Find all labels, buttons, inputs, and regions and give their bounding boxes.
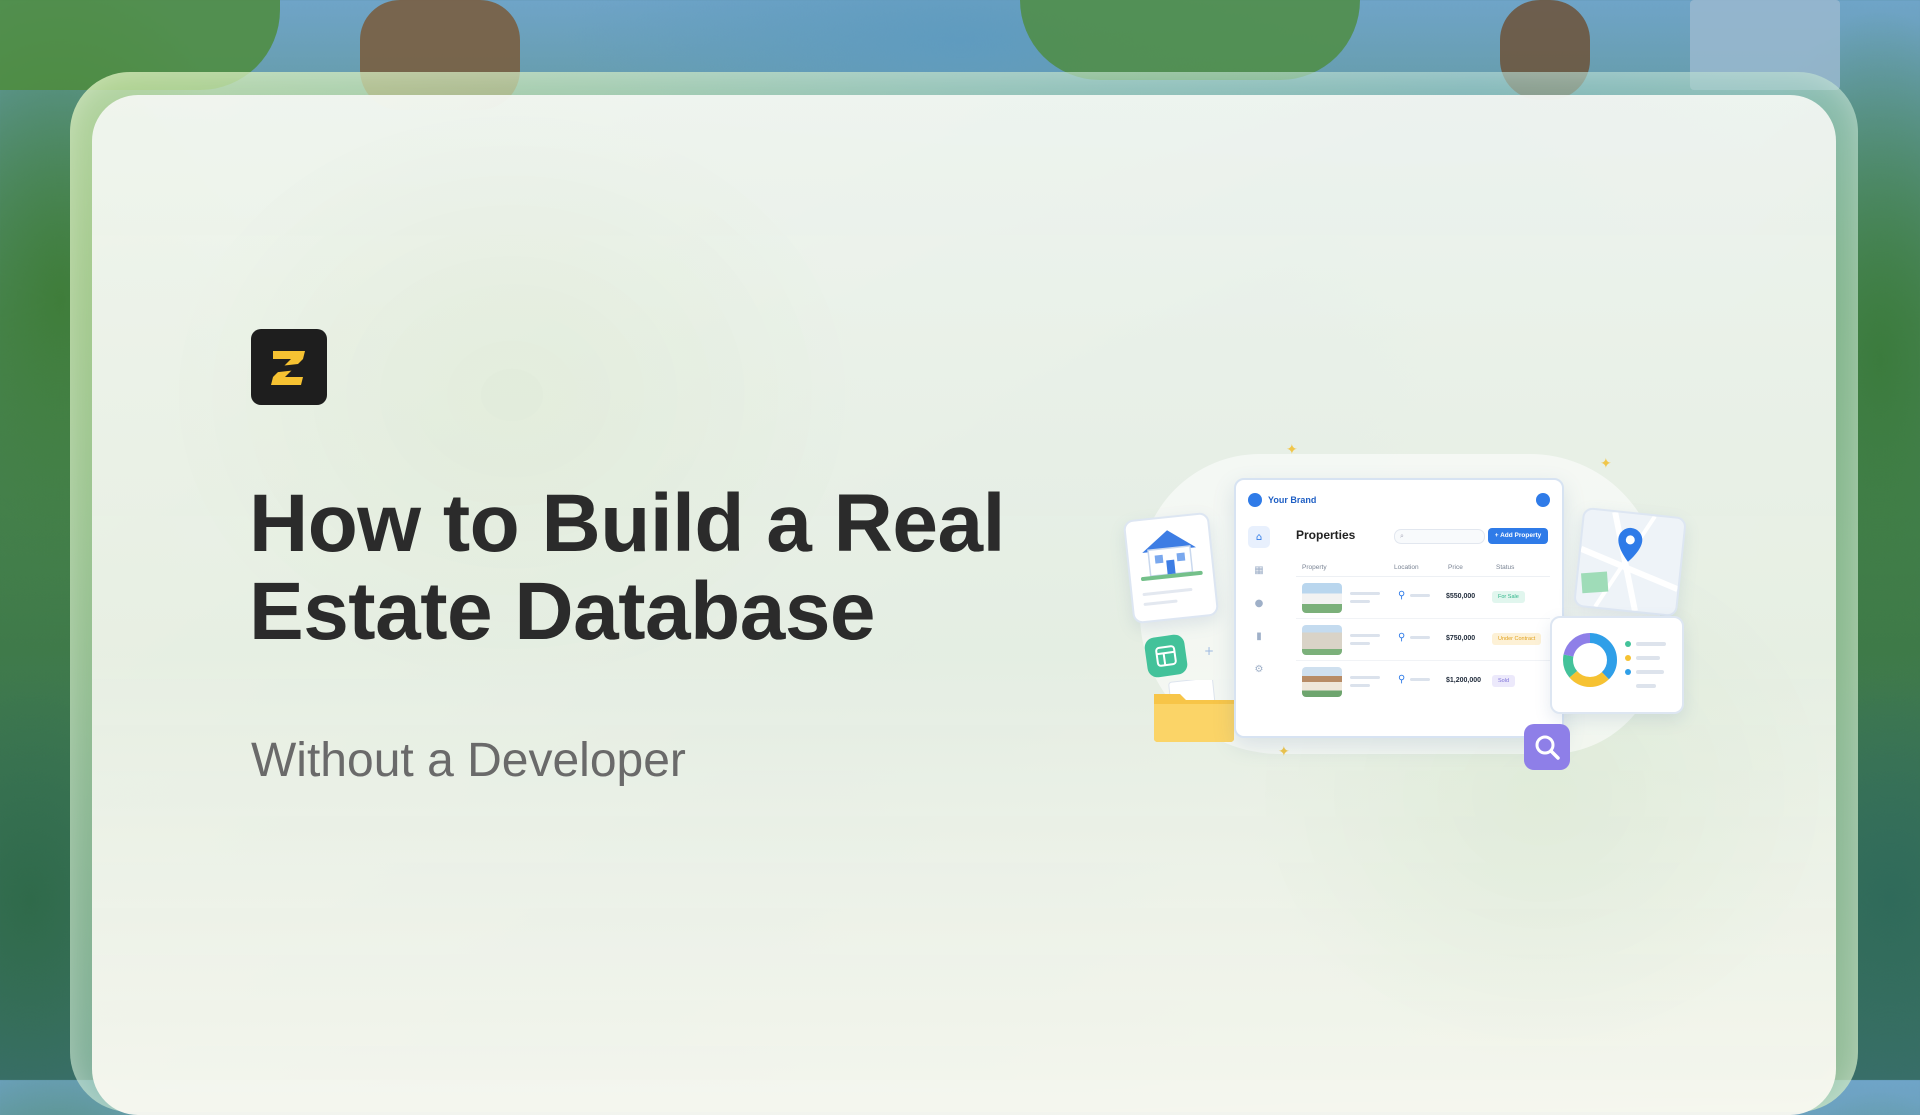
property-thumbnail <box>1302 583 1342 613</box>
row-placeholder <box>1350 642 1370 645</box>
row-price: $750,000 <box>1446 635 1476 642</box>
table-row: ⚲ $750,000 Under Contract <box>1296 620 1550 661</box>
location-pin-icon: ⚲ <box>1398 632 1406 643</box>
properties-search: ⌕ <box>1394 529 1485 544</box>
location-pin-icon: ⚲ <box>1398 590 1406 601</box>
sparkle-icon: ✦ <box>1286 442 1298 458</box>
brand-logo <box>251 329 327 405</box>
column-header: Status <box>1496 564 1515 571</box>
status-badge: Under Contract <box>1492 633 1542 645</box>
house-card <box>1122 511 1220 625</box>
sidebar-settings-icon: ⚙ <box>1254 663 1264 675</box>
spreadsheet-icon <box>1143 633 1189 679</box>
title-line: Estate Database <box>249 566 876 657</box>
row-placeholder <box>1410 594 1430 597</box>
column-header: Property <box>1302 564 1327 571</box>
user-avatar-icon <box>1536 493 1550 507</box>
analytics-card <box>1550 616 1684 714</box>
column-header: Location <box>1394 564 1419 571</box>
sidebar-home-icon: ⌂ <box>1248 526 1270 548</box>
status-badge: For Sale <box>1492 591 1525 603</box>
map-pin-icon <box>1579 511 1679 612</box>
map-card <box>1573 506 1687 618</box>
folder-icon <box>1154 680 1234 742</box>
house-card-line <box>1142 587 1193 597</box>
location-pin-icon: ⚲ <box>1398 674 1406 685</box>
properties-heading: Properties <box>1296 528 1356 542</box>
row-placeholder <box>1350 676 1380 679</box>
table-header: Property Location Price Status <box>1296 562 1550 577</box>
donut-chart-icon <box>1563 633 1666 688</box>
sidebar-building-icon: ▦ <box>1254 564 1264 576</box>
dashboard-sidebar: ⌂ ▦ ● ▮ ⚙ <box>1248 526 1270 691</box>
title-line: How to Build a Real <box>249 478 1005 569</box>
house-icon <box>1140 530 1203 581</box>
zoho-z-logo-icon <box>270 351 307 385</box>
row-placeholder <box>1350 592 1380 595</box>
property-thumbnail <box>1302 667 1342 697</box>
house-card-line <box>1143 599 1178 607</box>
property-thumbnail <box>1302 625 1342 655</box>
magnifier-icon <box>1524 724 1570 770</box>
dashboard-window: Your Brand ⌂ ▦ ● ▮ ⚙ Properties ⌕ + Add … <box>1234 478 1564 738</box>
sparkle-icon: ✦ <box>1600 456 1612 472</box>
table-row: ⚲ $550,000 For Sale <box>1296 578 1550 619</box>
search-icon: ⌕ <box>1400 533 1404 540</box>
sidebar-people-icon: ● <box>1254 597 1264 609</box>
sparkle-icon: + <box>1204 644 1215 658</box>
add-property-button: + Add Property <box>1488 528 1548 544</box>
sparkle-icon: ✦ <box>1278 744 1290 760</box>
row-placeholder <box>1410 636 1430 639</box>
dashboard-illustration: ✦ ✦ ✦ + Your Brand ⌂ ▦ ● ▮ ⚙ Properties … <box>1120 440 1690 780</box>
status-badge: Sold <box>1492 675 1516 687</box>
dashboard-header: Your Brand <box>1248 490 1550 510</box>
column-header: Price <box>1448 564 1463 571</box>
row-placeholder <box>1350 684 1370 687</box>
brand-name: Your Brand <box>1268 495 1317 505</box>
row-placeholder <box>1350 634 1380 637</box>
sidebar-chart-icon: ▮ <box>1256 630 1262 642</box>
row-price: $1,200,000 <box>1446 677 1482 684</box>
page-subtitle: Without a Developer <box>251 734 686 787</box>
page-title: How to Build a Real Estate Database <box>249 480 1005 656</box>
background-foliage <box>1020 0 1360 80</box>
row-placeholder <box>1350 600 1370 603</box>
row-price: $550,000 <box>1446 593 1476 600</box>
table-row: ⚲ $1,200,000 Sold <box>1296 662 1550 702</box>
row-placeholder <box>1410 678 1430 681</box>
brand-mark-icon <box>1248 493 1262 507</box>
